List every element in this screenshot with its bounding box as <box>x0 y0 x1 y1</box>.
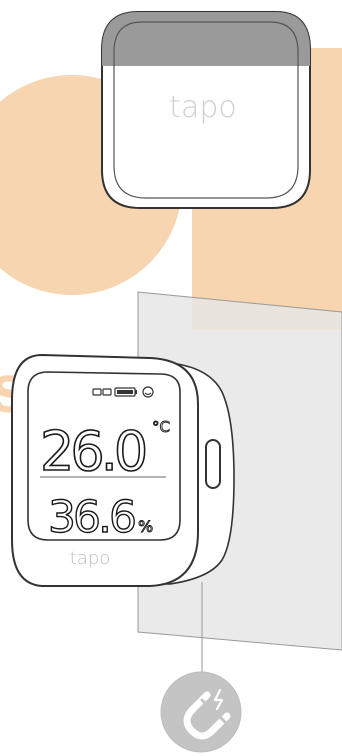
magnet-badge <box>160 671 242 753</box>
